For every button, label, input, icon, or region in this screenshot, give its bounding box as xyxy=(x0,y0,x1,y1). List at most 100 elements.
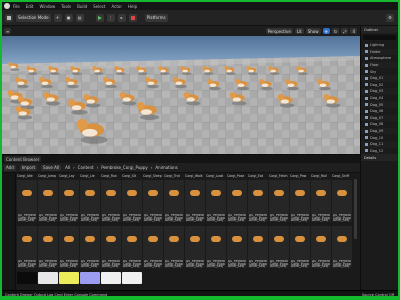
show-button[interactable]: Show xyxy=(305,28,321,34)
step-icon[interactable]: ▸ xyxy=(117,13,126,22)
import-button[interactable]: Import xyxy=(19,164,38,171)
scale-tool-icon[interactable]: ⤢ xyxy=(341,28,349,34)
content-browser-tab[interactable]: Content Browser xyxy=(4,156,42,162)
animation-asset-tile[interactable]: AS_Pembroke Corgi_Puppy Anim_Seq xyxy=(206,180,226,222)
outliner-item[interactable]: Dog_11 xyxy=(361,140,398,148)
animation-asset-tile[interactable]: AS_Pembroke Corgi_Puppy Anim_Seq xyxy=(227,180,247,222)
animation-asset-tile[interactable]: AS_Pembroke Corgi_Puppy Anim_Seq xyxy=(143,180,163,222)
rotate-tool-icon[interactable]: ↻ xyxy=(331,28,340,34)
animation-asset-tile[interactable]: AS_Pembroke Corgi_Puppy Anim_Seq xyxy=(164,226,184,268)
animation-asset-tile[interactable]: AS_Pembroke Corgi_Puppy Anim_Seq xyxy=(332,180,352,222)
viewport-menu-icon[interactable]: ≡ xyxy=(4,28,12,34)
outliner-item[interactable]: Dog_09 xyxy=(361,127,398,135)
texture-asset-tile[interactable] xyxy=(59,272,79,284)
animation-asset-tile[interactable]: AS_Pembroke Corgi_Puppy Anim_Seq xyxy=(332,226,352,268)
animation-asset-tile[interactable]: AS_Pembroke Corgi_Puppy Anim_Seq xyxy=(248,180,268,222)
animation-asset-tile[interactable]: AS_Pembroke Corgi_Puppy Anim_Seq xyxy=(122,226,142,268)
animation-asset-tile[interactable]: AS_Pembroke Corgi_Puppy Anim_Seq xyxy=(143,226,163,268)
texture-asset-tile[interactable] xyxy=(101,272,121,284)
animation-asset-tile[interactable]: AS_Pembroke Corgi_Puppy Anim_Seq xyxy=(17,226,37,268)
outliner-panel: Outliner Lighting Folder Atmosphere Floor Sk… xyxy=(360,26,398,161)
animation-asset-tile[interactable]: AS_Pembroke Corgi_Puppy Anim_Seq xyxy=(227,226,247,268)
breadcrumb-separator-icon: › xyxy=(73,165,75,170)
animation-asset-tile[interactable]: AS_Pembroke Corgi_Puppy Anim_Seq xyxy=(59,226,79,268)
animation-asset-tile[interactable]: AS_Pembroke Corgi_Puppy Anim_Seq xyxy=(185,226,205,268)
outliner-search-input[interactable] xyxy=(363,35,396,40)
outliner-item[interactable]: Folder xyxy=(361,48,398,56)
menu-edit[interactable]: Edit xyxy=(26,4,34,9)
breadcrumb-corgi[interactable]: Pembroke_Corgi_Puppy xyxy=(101,165,148,170)
stop-icon[interactable] xyxy=(128,13,137,22)
animation-asset-tile[interactable]: AS_Pembroke Corgi_Puppy Anim_Seq xyxy=(122,180,142,222)
save-all-button[interactable]: Save All xyxy=(41,164,62,171)
outliner-item[interactable]: Dog_10 xyxy=(361,134,398,141)
platforms-button[interactable]: Platforms xyxy=(144,13,168,22)
cinematics-icon[interactable]: ▤ xyxy=(75,13,84,22)
settings-icon[interactable]: ⚙ xyxy=(386,13,394,22)
blueprint-icon[interactable]: ▣ xyxy=(64,13,73,22)
texture-asset-tile[interactable] xyxy=(17,272,37,284)
breadcrumb-all[interactable]: All xyxy=(65,165,70,170)
asset-column-label: Corgi_Eat xyxy=(248,174,264,178)
animation-asset-tile[interactable]: AS_Pembroke Corgi_Puppy Anim_Seq xyxy=(80,226,100,268)
save-icon[interactable] xyxy=(5,13,13,22)
animation-asset-tile[interactable]: AS_Pembroke Corgi_Puppy Anim_Seq xyxy=(38,180,58,222)
asset-scrollbar[interactable] xyxy=(354,179,357,239)
texture-asset-tile[interactable] xyxy=(38,272,58,284)
mode-selector[interactable]: Selection Mode xyxy=(16,13,51,22)
level-viewport[interactable]: ≡ Perspective Lit Show ✥ ↻ ⤢ 4 xyxy=(2,26,360,154)
outliner-item[interactable]: Dog_02 xyxy=(361,82,398,89)
camera-speed-button[interactable]: 4 xyxy=(350,28,357,34)
animation-asset-tile[interactable]: AS_Pembroke Corgi_Puppy Anim_Seq xyxy=(248,226,268,268)
perspective-button[interactable]: Perspective xyxy=(265,28,293,34)
animation-asset-tile[interactable]: AS_Pembroke Corgi_Puppy Anim_Seq xyxy=(290,226,310,268)
animation-asset-tile[interactable]: AS_Pembroke Corgi_Puppy Anim_Seq xyxy=(311,226,331,268)
play-options-icon[interactable]: ⋮ xyxy=(106,13,115,22)
animation-asset-tile[interactable]: AS_Pembroke Corgi_Puppy Anim_Seq xyxy=(101,180,121,222)
animation-asset-tile[interactable]: AS_Pembroke Corgi_Puppy Anim_Seq xyxy=(206,226,226,268)
outliner-item[interactable]: Dog_05 xyxy=(361,101,398,108)
corgi-thumbnail-icon xyxy=(22,236,32,242)
outliner-item[interactable]: Floor xyxy=(361,61,398,69)
animation-asset-tile[interactable]: AS_Pembroke Corgi_Puppy Anim_Seq xyxy=(311,180,331,222)
animation-asset-tile[interactable]: AS_Pembroke Corgi_Puppy Anim_Seq xyxy=(80,180,100,222)
add-button[interactable]: Add xyxy=(4,164,16,171)
outliner-item[interactable]: Dog_03 xyxy=(361,88,398,95)
outliner-item[interactable]: Sky xyxy=(361,68,398,75)
animation-asset-tile[interactable]: AS_Pembroke Corgi_Puppy Anim_Seq xyxy=(17,180,37,222)
animation-asset-tile[interactable]: AS_Pembroke Corgi_Puppy Anim_Seq xyxy=(269,226,289,268)
animation-asset-tile[interactable]: AS_Pembroke Corgi_Puppy Anim_Seq xyxy=(290,180,310,222)
add-actor-icon[interactable]: + xyxy=(53,13,62,22)
menu-select[interactable]: Select xyxy=(93,4,105,9)
play-icon[interactable] xyxy=(95,13,104,22)
lit-button[interactable]: Lit xyxy=(294,28,304,34)
menu-build[interactable]: Build xyxy=(77,4,87,9)
texture-asset-tile[interactable] xyxy=(122,272,142,284)
animation-asset-tile[interactable]: AS_Pembroke Corgi_Puppy Anim_Seq xyxy=(59,180,79,222)
menu-file[interactable]: File xyxy=(13,4,20,9)
breadcrumb-animations[interactable]: Animations xyxy=(155,165,177,170)
outliner-item[interactable]: Dog_04 xyxy=(361,95,398,102)
animation-asset-tile[interactable]: AS_Pembroke Corgi_Puppy Anim_Seq xyxy=(164,180,184,222)
outliner-item[interactable]: Dog_08 xyxy=(361,121,398,128)
texture-asset-tile[interactable] xyxy=(80,272,100,284)
breadcrumb-content[interactable]: Content xyxy=(78,165,94,170)
animation-asset-tile[interactable]: AS_Pembroke Corgi_Puppy Anim_Seq xyxy=(269,180,289,222)
outliner-item[interactable]: Dog_06 xyxy=(361,108,398,115)
animation-asset-tile[interactable]: AS_Pembroke Corgi_Puppy Anim_Seq xyxy=(185,180,205,222)
menu-window[interactable]: Window xyxy=(39,4,55,9)
outliner-item[interactable]: Lighting xyxy=(361,42,398,49)
source-control-status[interactable]: Source Control Off xyxy=(362,293,394,297)
animation-asset-tile[interactable]: AS_Pembroke Corgi_Puppy Anim_Seq xyxy=(38,226,58,268)
corgi-thumbnail-icon xyxy=(295,190,305,196)
sources-panel[interactable] xyxy=(2,173,16,295)
menu-help[interactable]: Help xyxy=(128,4,137,9)
outliner-item[interactable]: Dog_07 xyxy=(361,114,398,122)
menu-tools[interactable]: Tools xyxy=(61,4,71,9)
outliner-item[interactable]: Dog_01 xyxy=(361,74,398,82)
animation-asset-tile[interactable]: AS_Pembroke Corgi_Puppy Anim_Seq xyxy=(101,226,121,268)
translate-tool-icon[interactable]: ✥ xyxy=(322,28,330,34)
outliner-item[interactable]: Atmosphere xyxy=(361,55,398,62)
menu-actor[interactable]: Actor xyxy=(111,4,122,9)
content-browser: Content Browser Add Import Save All All … xyxy=(2,154,360,295)
